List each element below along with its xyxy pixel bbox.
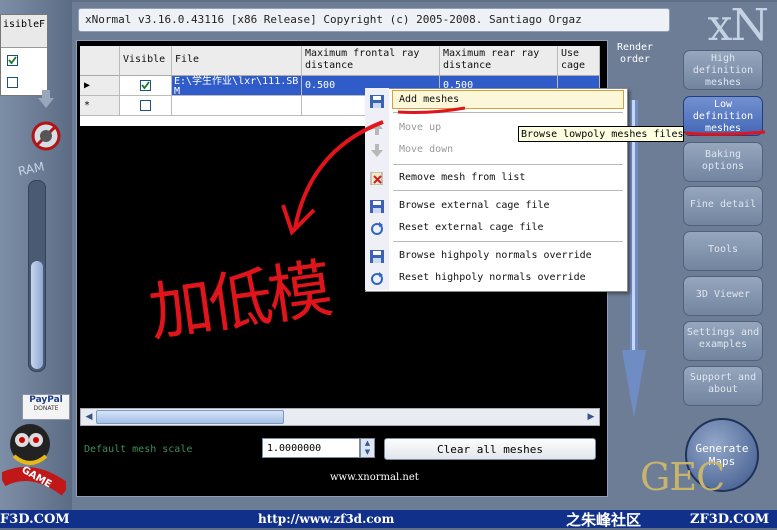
gec-watermark: GEC — [640, 455, 725, 499]
watermark-right: ZF3D.COM — [690, 512, 770, 527]
watermark-url: http://www.zf3d.com — [258, 512, 395, 526]
red-annotation-overlay — [281, 106, 766, 236]
watermark-left: F3D.COM — [0, 512, 70, 527]
underline-add-meshes — [397, 106, 466, 114]
underline-low-definition — [684, 130, 766, 136]
arrow-stroke — [293, 120, 384, 229]
watermark-cn: 之朱峰社区 — [566, 511, 642, 529]
